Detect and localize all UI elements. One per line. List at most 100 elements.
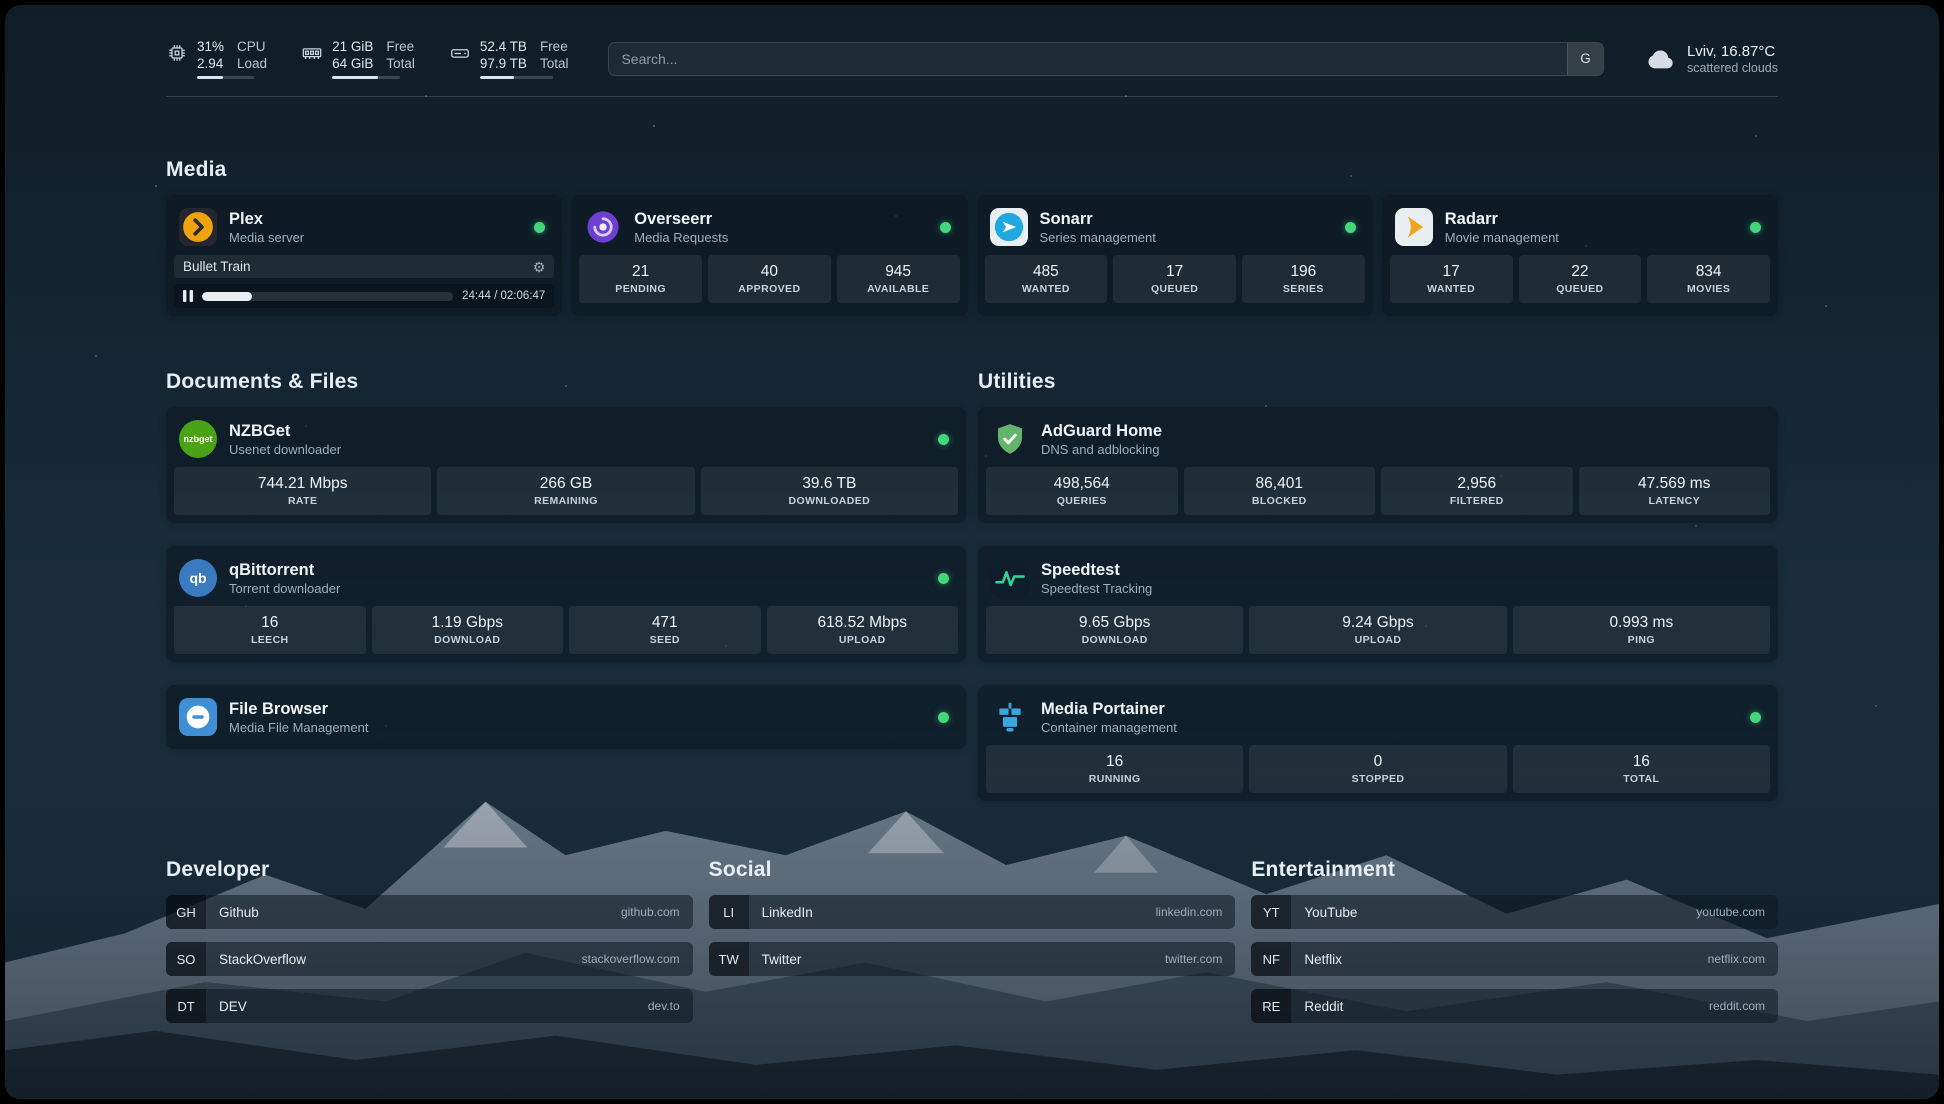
stat-box: 9.65 Gbps DOWNLOAD <box>986 606 1243 654</box>
stat-value: 0.993 ms <box>1517 613 1766 632</box>
service-card-nzbget[interactable]: nzbget NZBGet Usenet downloader 74 <box>166 407 966 523</box>
stat-value: 485 <box>989 262 1104 281</box>
weather-location: Lviv, 16.87°C <box>1687 43 1778 60</box>
stat-box: 17 QUEUED <box>1113 255 1236 303</box>
stat-value: 834 <box>1651 262 1766 281</box>
service-title: Sonarr <box>1040 209 1156 229</box>
cpu-load-label: Load <box>237 55 267 72</box>
service-card-qbittorrent[interactable]: qb qBittorrent Torrent downloader <box>166 546 966 662</box>
weather-widget: Lviv, 16.87°C scattered clouds <box>1644 43 1778 75</box>
service-title: AdGuard Home <box>1041 421 1162 441</box>
weather-condition: scattered clouds <box>1687 61 1778 75</box>
service-subtitle: Speedtest Tracking <box>1041 581 1152 597</box>
overseerr-icon <box>584 208 622 246</box>
bookmark-link[interactable]: RE Reddit reddit.com <box>1251 989 1778 1023</box>
dashboard-window: 31% CPU 2.94 Load <box>5 5 1939 1099</box>
two-column-area: Documents & Files nzbget NZBGet Usenet d… <box>166 370 1778 801</box>
search-provider-button[interactable]: G <box>1567 43 1603 75</box>
dashboard-content: 31% CPU 2.94 Load <box>166 5 1778 1063</box>
portainer-icon <box>991 698 1029 736</box>
stat-label: SERIES <box>1246 283 1361 295</box>
gear-icon[interactable]: ⚙ <box>533 260 546 274</box>
stat-value: 2,956 <box>1385 474 1569 493</box>
playback-time: 24:44 / 02:06:47 <box>462 290 545 302</box>
service-card-plex[interactable]: Plex Media server Bullet Train ⚙ <box>166 195 562 316</box>
stat-value: 1.19 Gbps <box>376 613 560 632</box>
stat-box: 498,564 QUERIES <box>986 467 1178 515</box>
memory-free-label: Free <box>386 38 415 55</box>
stat-box: 266 GB REMAINING <box>437 467 694 515</box>
stat-box: 2,956 FILTERED <box>1381 467 1573 515</box>
stat-box: 40 APPROVED <box>708 255 831 303</box>
service-subtitle: Torrent downloader <box>229 581 340 597</box>
service-title: qBittorrent <box>229 560 340 580</box>
bookmark-domain: reddit.com <box>1709 989 1778 1023</box>
service-card-portainer[interactable]: Media Portainer Container management 16 … <box>978 685 1778 801</box>
bookmark-link[interactable]: NF Netflix netflix.com <box>1251 942 1778 976</box>
stat-box: 1.19 Gbps DOWNLOAD <box>372 606 564 654</box>
plex-now-playing: Bullet Train ⚙ <box>174 255 554 278</box>
service-card-sonarr[interactable]: Sonarr Series management 485 WANTED <box>977 195 1373 316</box>
cpu-icon <box>166 38 188 64</box>
filebrowser-icon <box>179 698 217 736</box>
playback-progress-track <box>202 292 453 301</box>
bookmark-link[interactable]: LI LinkedIn linkedin.com <box>709 895 1236 929</box>
service-subtitle: Container management <box>1041 720 1177 736</box>
stat-value: 21 <box>583 262 698 281</box>
service-card-filebrowser[interactable]: File Browser Media File Management <box>166 685 966 749</box>
memory-total-value: 64 GiB <box>332 55 373 72</box>
stat-label: SEED <box>573 634 757 646</box>
section-documents: Documents & Files nzbget NZBGet Usenet d… <box>166 370 966 749</box>
stat-box: 0 STOPPED <box>1249 745 1506 793</box>
service-card-radarr[interactable]: Radarr Movie management 17 WANTED <box>1382 195 1778 316</box>
radarr-icon <box>1395 208 1433 246</box>
bookmark-name: Twitter <box>749 942 815 976</box>
bookmark-abbr: RE <box>1251 989 1291 1023</box>
stat-box: 17 WANTED <box>1390 255 1513 303</box>
status-dot <box>940 222 951 233</box>
bookmark-link[interactable]: TW Twitter twitter.com <box>709 942 1236 976</box>
stat-box: 485 WANTED <box>985 255 1108 303</box>
stat-box: 21 PENDING <box>579 255 702 303</box>
status-dot <box>938 434 949 445</box>
memory-icon <box>301 38 323 64</box>
stat-label: WANTED <box>989 283 1104 295</box>
cpu-label: CPU <box>237 38 267 55</box>
cpu-progress-bar <box>197 76 254 79</box>
stat-value: 618.52 Mbps <box>771 613 955 632</box>
service-title: NZBGet <box>229 421 341 441</box>
search-input[interactable] <box>609 51 1567 67</box>
disk-free-value: 52.4 TB <box>480 38 527 55</box>
playback-progress-fill <box>202 292 252 301</box>
service-card-speedtest[interactable]: Speedtest Speedtest Tracking 9.65 Gbps D… <box>978 546 1778 662</box>
stat-label: DOWNLOAD <box>376 634 560 646</box>
stat-value: 9.24 Gbps <box>1253 613 1502 632</box>
stat-label: REMAINING <box>441 495 690 507</box>
stat-label: UPLOAD <box>1253 634 1502 646</box>
bookmark-link[interactable]: GH Github github.com <box>166 895 693 929</box>
bookmark-abbr: LI <box>709 895 749 929</box>
bookmarks-area: Developer GH Github github.com SO StackO… <box>166 858 1778 1063</box>
disk-icon <box>449 38 471 64</box>
cloud-icon <box>1644 43 1676 75</box>
service-card-adguard[interactable]: AdGuard Home DNS and adblocking 498,564 … <box>978 407 1778 523</box>
service-card-overseerr[interactable]: Overseerr Media Requests 21 PENDING <box>571 195 967 316</box>
bookmark-link[interactable]: SO StackOverflow stackoverflow.com <box>166 942 693 976</box>
stat-label: FILTERED <box>1385 495 1569 507</box>
bookmark-name: DEV <box>206 989 260 1023</box>
bookmark-link[interactable]: DT DEV dev.to <box>166 989 693 1023</box>
stat-label: RATE <box>178 495 427 507</box>
stat-label: DOWNLOAD <box>990 634 1239 646</box>
stat-box: 196 SERIES <box>1242 255 1365 303</box>
cpu-percent: 31% <box>197 38 224 55</box>
stat-value: 40 <box>712 262 827 281</box>
stat-box: 16 LEECH <box>174 606 366 654</box>
stat-box: 0.993 ms PING <box>1513 606 1770 654</box>
stat-label: STOPPED <box>1253 773 1502 785</box>
pause-icon[interactable] <box>183 290 193 302</box>
stat-value: 9.65 Gbps <box>990 613 1239 632</box>
bookmark-link[interactable]: YT YouTube youtube.com <box>1251 895 1778 929</box>
section-title-documents: Documents & Files <box>166 370 966 394</box>
stat-label: QUERIES <box>990 495 1174 507</box>
nzbget-icon: nzbget <box>179 420 217 458</box>
